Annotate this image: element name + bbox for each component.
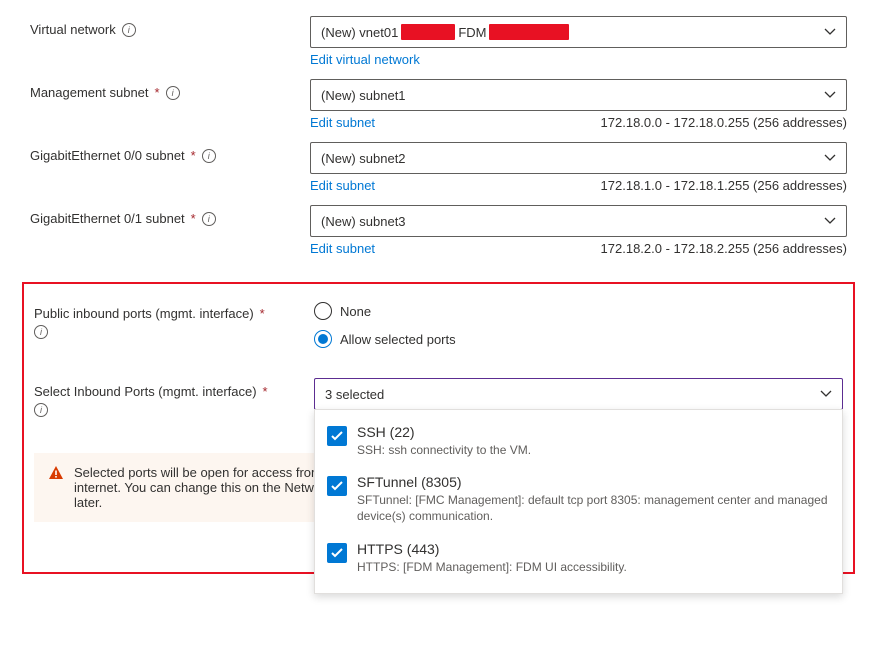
chevron-down-icon — [824, 154, 836, 162]
radio-icon — [314, 302, 332, 320]
chevron-down-icon — [824, 28, 836, 36]
vnet-label: Virtual network — [30, 22, 116, 37]
warning-icon — [48, 465, 64, 481]
inbound-ports-section: Public inbound ports (mgmt. interface) *… — [22, 282, 855, 574]
edit-subnet-link[interactable]: Edit subnet — [310, 115, 375, 130]
mgmt-subnet-value: (New) subnet1 — [321, 88, 406, 103]
required-asterisk: * — [155, 85, 160, 100]
ge00-subnet-label: GigabitEthernet 0/0 subnet — [30, 148, 185, 163]
vnet-value-prefix: (New) vnet01 — [321, 25, 398, 40]
public-inbound-label: Public inbound ports (mgmt. interface) — [34, 306, 254, 321]
port-option-ssh[interactable]: SSH (22) SSH: ssh connectivity to the VM… — [315, 416, 842, 466]
edit-vnet-link[interactable]: Edit virtual network — [310, 52, 420, 67]
edit-subnet-link[interactable]: Edit subnet — [310, 178, 375, 193]
mgmt-subnet-dropdown[interactable]: (New) subnet1 — [310, 79, 847, 111]
ge01-subnet-dropdown[interactable]: (New) subnet3 — [310, 205, 847, 237]
vnet-value-mid: FDM — [458, 25, 486, 40]
inbound-radio-none[interactable]: None — [314, 302, 843, 320]
chevron-down-icon — [820, 390, 832, 398]
info-icon: i — [202, 149, 216, 163]
port-option-https[interactable]: HTTPS (443) HTTPS: [FDM Management]: FDM… — [315, 533, 842, 583]
select-ports-dropdown[interactable]: 3 selected SSH (22) SSH: ssh connectivit… — [314, 378, 843, 410]
checkbox-icon — [327, 426, 347, 446]
info-icon: i — [34, 403, 48, 417]
ge00-subnet-dropdown[interactable]: (New) subnet2 — [310, 142, 847, 174]
vnet-dropdown[interactable]: (New) vnet01 FDM — [310, 16, 847, 48]
info-icon: i — [34, 325, 48, 339]
radio-icon — [314, 330, 332, 348]
chevron-down-icon — [824, 91, 836, 99]
redacted-block — [489, 24, 569, 40]
required-asterisk: * — [263, 384, 268, 399]
subnet-range: 172.18.1.0 - 172.18.1.255 (256 addresses… — [601, 178, 847, 193]
required-asterisk: * — [191, 211, 196, 226]
edit-subnet-link[interactable]: Edit subnet — [310, 241, 375, 256]
port-title: SFTunnel (8305) — [357, 474, 830, 490]
radio-label: None — [340, 304, 371, 319]
info-icon: i — [202, 212, 216, 226]
ge01-subnet-label: GigabitEthernet 0/1 subnet — [30, 211, 185, 226]
select-ports-summary: 3 selected — [325, 387, 384, 402]
select-ports-panel: SSH (22) SSH: ssh connectivity to the VM… — [314, 409, 843, 594]
inbound-radio-allow[interactable]: Allow selected ports — [314, 330, 843, 348]
port-desc: SFTunnel: [FMC Management]: default tcp … — [357, 492, 830, 524]
chevron-down-icon — [824, 217, 836, 225]
port-title: SSH (22) — [357, 424, 531, 440]
required-asterisk: * — [260, 306, 265, 321]
info-icon: i — [166, 86, 180, 100]
ge01-subnet-value: (New) subnet3 — [321, 214, 406, 229]
info-icon: i — [122, 23, 136, 37]
mgmt-subnet-label: Management subnet — [30, 85, 149, 100]
radio-label: Allow selected ports — [340, 332, 456, 347]
select-ports-label: Select Inbound Ports (mgmt. interface) — [34, 384, 257, 399]
port-desc: SSH: ssh connectivity to the VM. — [357, 442, 531, 458]
port-option-sftunnel[interactable]: SFTunnel (8305) SFTunnel: [FMC Managemen… — [315, 466, 842, 532]
subnet-range: 172.18.2.0 - 172.18.2.255 (256 addresses… — [601, 241, 847, 256]
subnet-range: 172.18.0.0 - 172.18.0.255 (256 addresses… — [601, 115, 847, 130]
inbound-radio-group: None Allow selected ports — [314, 300, 843, 348]
port-title: HTTPS (443) — [357, 541, 627, 557]
checkbox-icon — [327, 476, 347, 496]
redacted-block — [401, 24, 455, 40]
checkbox-icon — [327, 543, 347, 563]
port-desc: HTTPS: [FDM Management]: FDM UI accessib… — [357, 559, 627, 575]
required-asterisk: * — [191, 148, 196, 163]
ge00-subnet-value: (New) subnet2 — [321, 151, 406, 166]
